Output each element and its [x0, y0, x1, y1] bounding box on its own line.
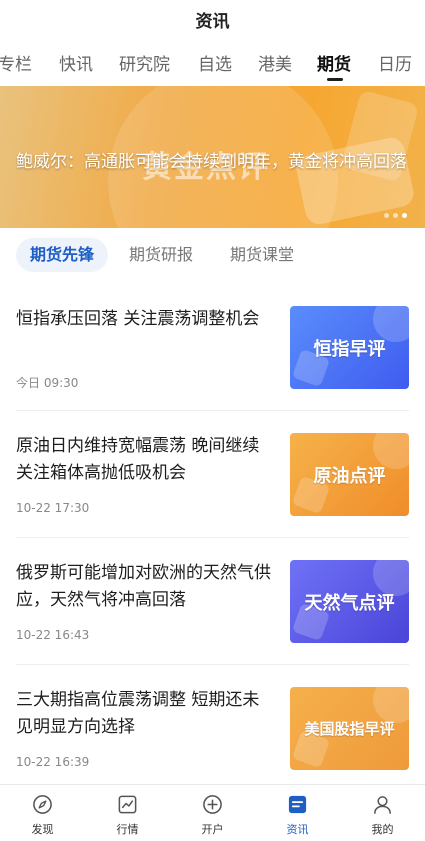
news-item[interactable]: 三大期指高位震荡调整 短期还未见明显方向选择 10-22 16:39 美国股指早… [0, 665, 425, 792]
nav-market[interactable]: 行情 [85, 785, 170, 841]
nav-news[interactable]: 资讯 [255, 785, 340, 841]
carousel-dot [393, 213, 398, 218]
nav-label: 资讯 [286, 823, 309, 836]
news-title: 恒指承压回落 关注震荡调整机会 [16, 309, 260, 329]
tab-hk-us[interactable]: 港美 [258, 50, 292, 75]
subtab-futures-reports[interactable]: 期货研报 [129, 238, 193, 272]
banner-carousel[interactable]: 黄金点评 鲍威尔：高通胀可能会持续到明年，黄金将冲高回落 [0, 86, 425, 228]
news-title: 原油日内维持宽幅震荡 晚间继续关注箱体高抛低吸机会 [16, 436, 260, 483]
tab-futures[interactable]: 期货 [317, 50, 351, 75]
news-time: 今日 09:30 [16, 376, 79, 390]
chart-icon [118, 795, 137, 814]
nav-label: 我的 [371, 823, 394, 836]
news-icon [288, 795, 307, 814]
thumb-label: 天然气点评 [304, 592, 395, 614]
news-time: 10-22 16:39 [16, 755, 90, 769]
thumb-label: 美国股指早评 [304, 720, 395, 738]
carousel-dot-active [402, 213, 407, 218]
user-icon [374, 796, 391, 814]
news-thumbnail: 原油点评 [290, 433, 409, 516]
news-title: 俄罗斯可能增加对欧洲的天然气供应，天然气将冲高回落 [16, 563, 271, 610]
nav-open-account[interactable]: 开户 [170, 785, 255, 841]
tab-research[interactable]: 研究院 [119, 50, 170, 75]
bottom-navigation: 发现 行情 开户 资讯 我的 [0, 784, 425, 841]
news-item[interactable]: 恒指承压回落 关注震荡调整机会 今日 09:30 恒指早评 [0, 284, 425, 411]
thumb-label: 恒指早评 [313, 338, 386, 360]
thumb-label: 原油点评 [313, 465, 386, 487]
page-title: 资讯 [195, 11, 230, 32]
tab-columns[interactable]: 专栏 [0, 50, 32, 75]
active-tab-indicator [327, 78, 343, 81]
news-thumbnail: 恒指早评 [290, 306, 409, 389]
nav-me[interactable]: 我的 [340, 785, 425, 841]
news-thumbnail: 美国股指早评 [290, 687, 409, 770]
carousel-indicator [384, 213, 407, 218]
banner-caption: 鲍威尔：高通胀可能会持续到明年，黄金将冲高回落 [16, 152, 407, 172]
nav-discover[interactable]: 发现 [0, 785, 85, 841]
subtab-futures-pioneer[interactable]: 期货先锋 [16, 238, 109, 272]
compass-icon [33, 795, 52, 814]
news-item[interactable]: 俄罗斯可能增加对欧洲的天然气供应，天然气将冲高回落 10-22 16:43 天然… [0, 538, 425, 665]
category-tabs: 专栏 快讯 研究院 自选 港美 期货 日历 [0, 38, 425, 86]
carousel-dot [384, 213, 389, 218]
nav-label: 行情 [116, 823, 139, 836]
news-title: 三大期指高位震荡调整 短期还未见明显方向选择 [16, 690, 260, 737]
subtab-futures-class[interactable]: 期货课堂 [230, 238, 294, 272]
tab-watchlist[interactable]: 自选 [198, 50, 232, 75]
tab-flash[interactable]: 快讯 [59, 50, 93, 75]
nav-label: 发现 [31, 823, 54, 836]
plus-circle-icon [203, 795, 222, 814]
news-time: 10-22 17:30 [16, 501, 90, 515]
sub-tabs: 期货先锋 期货研报 期货课堂 [0, 238, 425, 274]
news-item[interactable]: 原油日内维持宽幅震荡 晚间继续关注箱体高抛低吸机会 10-22 17:30 原油… [0, 411, 425, 538]
news-thumbnail: 天然气点评 [290, 560, 409, 643]
app-header: 资讯 [0, 0, 425, 38]
nav-label: 开户 [201, 823, 224, 836]
news-time: 10-22 16:43 [16, 628, 90, 642]
tab-calendar[interactable]: 日历 [378, 50, 412, 75]
